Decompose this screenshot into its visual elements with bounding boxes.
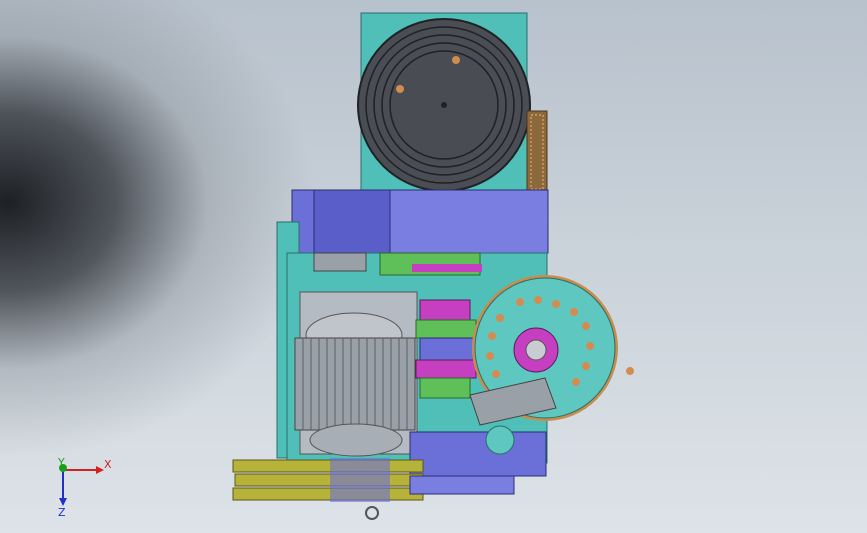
- cad-viewport[interactable]: X Y Z: [0, 0, 867, 533]
- triad-x-label: X: [104, 458, 112, 471]
- motor-fins: [294, 337, 416, 431]
- triad-z-label: Z: [58, 506, 66, 519]
- lower-blue-block: [409, 431, 547, 477]
- axis-triad-icon: X Y Z: [57, 456, 112, 519]
- blue-guard: [291, 189, 549, 254]
- mount-ring: [365, 506, 379, 520]
- olive-pulleys: [232, 458, 424, 502]
- cad-model[interactable]: X Y Z: [0, 0, 867, 533]
- small-gear: [485, 425, 515, 455]
- coil-wheel: [357, 18, 531, 192]
- triad-y-label: Y: [57, 456, 65, 469]
